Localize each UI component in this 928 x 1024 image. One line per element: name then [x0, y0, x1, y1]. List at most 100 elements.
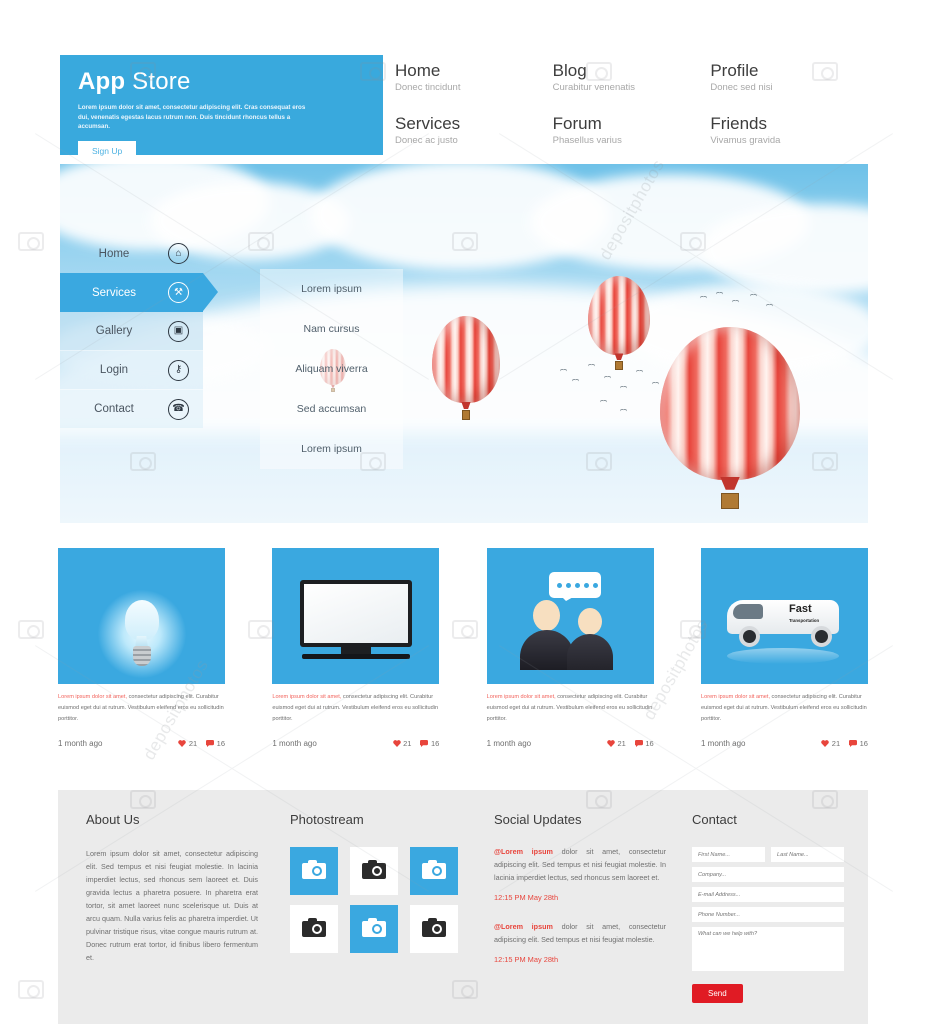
monitor-foot: [301, 654, 410, 659]
van-reflection: [726, 648, 839, 664]
balloon-neck: [614, 353, 624, 361]
company-row: [692, 867, 844, 882]
monitor-icon[interactable]: [272, 548, 440, 684]
delivery-van-icon[interactable]: Fast Transportation: [700, 548, 868, 684]
photo-thumbnail[interactable]: [290, 847, 338, 895]
comment-stat[interactable]: 16: [634, 739, 654, 748]
submenu-item-2[interactable]: Nam cursus: [260, 309, 403, 349]
heart-icon: [178, 740, 187, 747]
comment-icon: [634, 740, 643, 747]
social-post-time: 12:15 PM May 28th: [494, 893, 559, 902]
like-stat[interactable]: 21: [178, 739, 197, 748]
submenu-item-3[interactable]: Aliquam viverra: [260, 349, 403, 389]
hero-submenu: Lorem ipsum Nam cursus Aliquam viverra S…: [260, 269, 403, 469]
nav-item-services[interactable]: Services Donec ac justo: [395, 114, 553, 147]
person-body: [566, 634, 613, 670]
last-name-field[interactable]: [771, 847, 844, 862]
camera-icon: [422, 918, 446, 937]
bird-icon: [560, 369, 567, 373]
hot-air-balloon: [660, 327, 800, 513]
nav-item-blog[interactable]: Blog Curabitur venenatis: [553, 61, 711, 94]
social-handle[interactable]: @Lorem ipsum: [494, 922, 553, 931]
company-field[interactable]: [692, 867, 844, 882]
bulb-base: [132, 646, 151, 666]
about-body: Lorem ipsum dolor sit amet, consectetur …: [86, 849, 258, 962]
bird-icon: [604, 376, 611, 380]
submenu-item-1[interactable]: Lorem ipsum: [260, 269, 403, 309]
like-count: 21: [617, 739, 626, 748]
like-stat[interactable]: 21: [607, 739, 626, 748]
nav-title: Forum: [552, 114, 602, 133]
people-chat-icon[interactable]: [486, 548, 654, 684]
nav-item-friends[interactable]: Friends Vivamus gravida: [710, 114, 868, 147]
camera-icon: [302, 918, 326, 937]
email-row: [692, 887, 844, 902]
feature-card[interactable]: Lorem ipsum dolor sit amet, consectetur …: [58, 548, 225, 748]
sidebar-item-gallery[interactable]: Gallery ▣: [60, 312, 203, 351]
bird-icon: [732, 300, 739, 304]
submenu-item-4[interactable]: Sed accumsan: [260, 389, 403, 429]
like-count: 21: [403, 739, 412, 748]
feature-card[interactable]: Lorem ipsum dolor sit amet, consectetur …: [486, 548, 654, 748]
watermark-camera-icon: [18, 620, 44, 639]
brand-panel: App Store Lorem ipsum dolor sit amet, co…: [60, 55, 383, 161]
nav-item-profile[interactable]: Profile Donec sed nisi: [710, 61, 868, 94]
camera-lens: [372, 866, 382, 876]
message-field[interactable]: [692, 927, 844, 971]
photo-thumbnail[interactable]: [350, 905, 398, 953]
sidebar-item-login[interactable]: Login ⚷: [60, 351, 203, 390]
bubble-dot: [574, 583, 580, 588]
photo-thumbnail[interactable]: [290, 905, 338, 953]
top-navigation: Home Donec tincidunt Blog Curabitur vene…: [395, 61, 868, 147]
photo-thumbnail[interactable]: [410, 905, 458, 953]
monitor-frame: [300, 580, 413, 647]
social-handle[interactable]: @Lorem ipsum: [494, 847, 553, 856]
send-button[interactable]: Send: [692, 984, 743, 1003]
footer-contact-column: Contact Send: [692, 812, 844, 1003]
nav-item-forum[interactable]: Forum Phasellus varius: [553, 114, 711, 147]
like-count: 21: [188, 739, 198, 748]
card-text-highlight: Lorem ipsum dolor sit amet,: [700, 694, 770, 700]
sidebar-item-services[interactable]: Services ⚒: [60, 273, 218, 312]
card-time: 1 month ago: [58, 739, 103, 748]
bird-icon: [600, 400, 607, 404]
photo-thumbnail[interactable]: [410, 847, 458, 895]
camera-icon: [362, 918, 386, 937]
card-text-highlight: Lorem ipsum dolor sit amet,: [58, 694, 128, 700]
sidebar-item-contact[interactable]: Contact ☎: [60, 390, 203, 429]
card-text-highlight: Lorem ipsum dolor sit amet,: [272, 694, 342, 700]
sidebar-item-home[interactable]: Home ⌂: [60, 234, 203, 273]
monitor-screen: [304, 584, 409, 643]
email-field[interactable]: [692, 887, 844, 902]
nav-subtitle: Donec ac justo: [395, 135, 458, 146]
phone-field[interactable]: [692, 907, 844, 922]
like-stat[interactable]: 21: [821, 739, 840, 748]
photo-thumbnail[interactable]: [350, 847, 398, 895]
camera-lens: [372, 924, 382, 934]
tools-icon: ⚒: [168, 282, 189, 303]
submenu-item-5[interactable]: Lorem ipsum: [260, 429, 403, 469]
phone-row: [692, 907, 844, 922]
comment-count: 16: [645, 739, 654, 748]
like-stat[interactable]: 21: [392, 739, 412, 748]
site-footer: About Us Lorem ipsum dolor sit amet, con…: [58, 790, 868, 1024]
first-name-field[interactable]: [692, 847, 765, 862]
social-post-time: 12:15 PM May 28th: [494, 955, 559, 964]
comment-stat[interactable]: 16: [420, 739, 439, 748]
card-meta: 1 month ago 21 16: [272, 739, 439, 748]
feature-card[interactable]: Fast Transportation Lorem ipsum dolor si…: [700, 548, 868, 748]
camera-lens: [312, 866, 322, 876]
card-text: Lorem ipsum dolor sit amet, consectetur …: [701, 692, 868, 725]
nav-subtitle: Curabitur venenatis: [552, 82, 636, 93]
bubble-dot: [565, 583, 571, 588]
feature-card[interactable]: Lorem ipsum dolor sit amet, consectetur …: [272, 548, 440, 748]
comment-stat[interactable]: 16: [849, 739, 868, 748]
bird-icon: [716, 292, 723, 296]
nav-item-home[interactable]: Home Donec tincidunt: [395, 61, 553, 94]
sign-up-button[interactable]: Sign Up: [78, 140, 137, 161]
chat-bubble: [548, 572, 601, 601]
nav-subtitle: Vivamus gravida: [710, 135, 781, 146]
comment-stat[interactable]: 16: [206, 739, 225, 748]
card-stats: 21 16: [392, 739, 439, 748]
lightbulb-icon[interactable]: [58, 548, 225, 684]
